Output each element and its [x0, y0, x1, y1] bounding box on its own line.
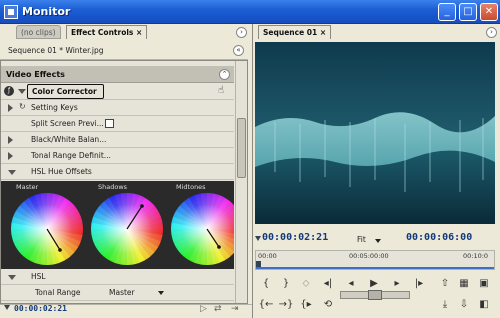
chevron-right-icon[interactable] [8, 136, 13, 144]
shadows-wheel[interactable] [91, 193, 163, 265]
ruler-label-mid: 00:05:00:00 [349, 252, 389, 260]
loop-icon[interactable]: ⇄ [214, 304, 222, 314]
app-icon [4, 5, 18, 19]
hsl-hue-offsets-row[interactable]: HSL Hue Offsets [1, 164, 234, 180]
hue-wheels [10, 193, 234, 265]
output-icon[interactable]: ◧ [476, 298, 492, 312]
zoom-select[interactable]: Fit [357, 235, 366, 244]
close-button[interactable]: ✕ [480, 3, 498, 21]
tonal-range-select[interactable]: Master [109, 288, 135, 297]
minimize-button[interactable]: _ [438, 3, 456, 21]
maximize-button[interactable]: □ [459, 3, 477, 21]
tab-no-clips[interactable]: (no clips) [16, 25, 61, 39]
tonal-range-label: Tonal Range [35, 288, 81, 297]
effect-name: Color Corrector [32, 87, 97, 96]
title-bar[interactable] [0, 0, 500, 24]
monitor-menu-button[interactable]: › [486, 27, 497, 38]
hand-icon[interactable]: ☝ [218, 85, 224, 96]
effects-scrollbar[interactable] [235, 61, 247, 303]
mark-out-icon[interactable]: } [278, 277, 294, 291]
video-effects-title: Video Effects [6, 70, 65, 79]
left-timecode[interactable]: 00:00:02:21 [14, 304, 67, 313]
duration-timecode: 00:00:06:00 [406, 232, 473, 243]
loop-playback-icon[interactable]: ⟲ [320, 298, 336, 312]
mark-in-icon[interactable]: { [258, 277, 274, 291]
split-screen-checkbox[interactable] [105, 119, 114, 128]
refresh-icon: ↻ [19, 102, 26, 111]
work-area-bar[interactable] [256, 267, 494, 269]
hsl-row[interactable]: HSL [1, 269, 234, 285]
play-in-out-icon[interactable]: {▸ [298, 298, 314, 312]
fx-toggle-icon[interactable]: ƒ [4, 86, 14, 96]
split-screen-row[interactable]: Split Screen Previ... [1, 116, 234, 132]
export-icon[interactable]: ⇥ [231, 304, 239, 314]
chevron-down-icon[interactable] [18, 89, 26, 94]
safe-margins-icon[interactable]: ▣ [476, 277, 492, 291]
zoom-dropdown-icon[interactable] [375, 239, 381, 243]
ruler-label-start: 00:00 [258, 252, 277, 260]
tonal-range-def-label: Tonal Range Definit... [31, 151, 111, 160]
extract-icon[interactable]: ▦ [456, 277, 472, 291]
shuttle-handle[interactable] [368, 290, 382, 300]
master-wheel[interactable] [10, 193, 83, 265]
scrollbar-thumb[interactable] [237, 118, 246, 178]
go-to-in-icon[interactable]: {← [258, 298, 274, 312]
tab-sequence-01[interactable]: Sequence 01 × [258, 25, 332, 39]
midtones-wheel[interactable] [171, 193, 234, 265]
step-back-icon[interactable]: ◂| [320, 277, 336, 291]
hsl-label: HSL [31, 272, 46, 281]
frame-back-icon[interactable]: ◂ [343, 277, 359, 291]
black-white-label: Black/White Balan... [31, 135, 107, 144]
chevron-down-icon[interactable] [8, 170, 16, 175]
play-icon[interactable]: ▶ [366, 277, 382, 291]
collapse-button[interactable]: « [233, 45, 244, 56]
ruler-label-end: 00:10:0 [463, 252, 489, 260]
step-forward-icon[interactable]: |▸ [411, 277, 427, 291]
go-to-out-icon[interactable]: →} [278, 298, 294, 312]
chevron-right-icon[interactable] [8, 104, 13, 112]
tonal-range-row[interactable]: Tonal Range Master [1, 285, 234, 301]
window-title: Monitor [22, 5, 71, 18]
current-timecode[interactable]: 00:00:02:21 [262, 232, 328, 243]
video-effects-collapse[interactable]: ⌃ [219, 69, 230, 80]
tab-effect-controls[interactable]: Effect Controls × [66, 25, 148, 39]
insert-icon[interactable]: ⤓ [437, 298, 453, 312]
split-screen-label: Split Screen Previ... [31, 119, 104, 128]
tonal-range-def-row[interactable]: Tonal Range Definit... [1, 148, 234, 164]
chevron-down-icon[interactable] [8, 275, 16, 280]
set-marker-icon[interactable]: ⬦ [298, 277, 314, 291]
playhead-marker-icon [255, 236, 261, 241]
black-white-row[interactable]: Black/White Balan... [1, 132, 234, 148]
setting-keys-row[interactable]: ↻ Setting Keys [1, 100, 234, 116]
video-preview[interactable] [255, 42, 495, 224]
playhead-icon [4, 305, 10, 310]
hsl-hue-offsets-label: HSL Hue Offsets [31, 167, 92, 176]
play-audio-icon[interactable]: ▷ [200, 304, 207, 314]
chevron-right-icon[interactable] [8, 152, 13, 160]
dropdown-arrow-icon[interactable] [158, 291, 164, 295]
panel-menu-button[interactable]: › [236, 27, 247, 38]
lift-icon[interactable]: ⇧ [437, 277, 453, 291]
clip-path: Sequence 01 * Winter.jpg [8, 46, 104, 55]
frame-forward-icon[interactable]: ▸ [389, 277, 405, 291]
setting-keys-label: Setting Keys [31, 103, 78, 112]
overlay-icon[interactable]: ⇩ [456, 298, 472, 312]
